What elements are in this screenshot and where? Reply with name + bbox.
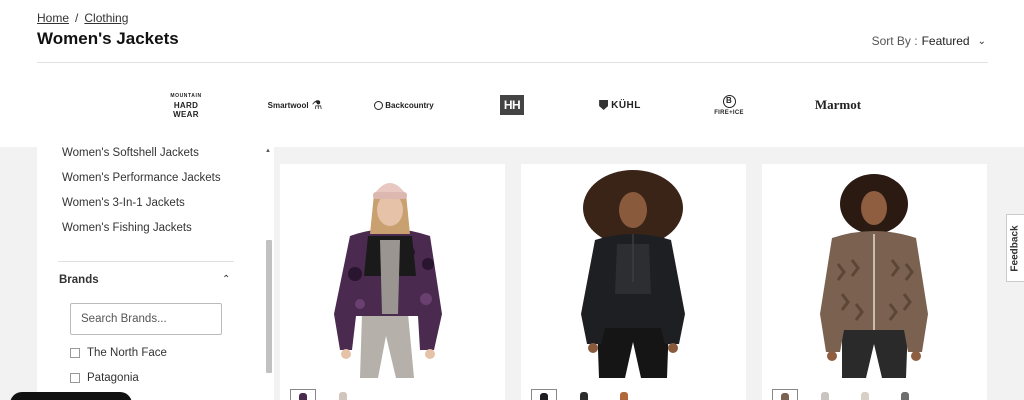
floating-chat-button[interactable]	[10, 392, 132, 400]
color-swatch[interactable]	[812, 389, 838, 400]
catalog-area: Women's Softshell Jackets Women's Perfor…	[0, 147, 1024, 400]
helly-hansen-logo[interactable]: HH	[494, 80, 530, 130]
chevron-up-icon[interactable]: ⌃	[222, 274, 230, 285]
breadcrumb-clothing-link[interactable]: Clothing	[84, 11, 128, 25]
category-link-softshell[interactable]: Women's Softshell Jackets	[62, 147, 242, 159]
color-swatch[interactable]	[330, 389, 356, 400]
chevron-down-icon: ⌄	[977, 35, 986, 47]
smartwool-figure-icon: ⚗	[311, 98, 323, 112]
color-swatches	[290, 389, 356, 400]
scroll-up-arrow-icon[interactable]: ▲	[265, 148, 271, 154]
color-swatch[interactable]	[892, 389, 918, 400]
kuhl-logo[interactable]: KÜHL	[596, 80, 644, 130]
page-title: Women's Jackets	[37, 29, 179, 48]
brand-search-input[interactable]	[70, 303, 222, 335]
sort-value: Featured	[921, 34, 970, 48]
brand-logo-strip: MOUNTAIN HARD WEAR Smartwool ⚗ Backcountr…	[0, 80, 1024, 130]
brands-filter-heading[interactable]: Brands	[59, 274, 99, 286]
smartwool-logo[interactable]: Smartwool ⚗	[264, 80, 326, 130]
mountain-hardwear-logo[interactable]: MOUNTAIN HARD WEAR	[160, 80, 212, 130]
color-swatch[interactable]	[571, 389, 597, 400]
brand-option-label: The North Face	[87, 347, 167, 359]
color-swatches	[772, 389, 918, 400]
category-link-3-in-1[interactable]: Women's 3-In-1 Jackets	[62, 197, 242, 209]
sort-dropdown[interactable]: Sort By : Featured ⌄	[872, 34, 986, 48]
category-link-fishing[interactable]: Women's Fishing Jackets	[62, 222, 242, 234]
color-swatch[interactable]	[772, 389, 798, 400]
breadcrumb: Home / Clothing	[37, 11, 128, 25]
backcountry-circle-icon	[374, 100, 384, 110]
kuhl-shield-icon	[599, 100, 609, 110]
sidebar-divider	[58, 261, 234, 262]
color-swatches	[531, 389, 637, 400]
color-swatch[interactable]	[852, 389, 878, 400]
product-card[interactable]	[280, 164, 505, 400]
brand-option-the-north-face[interactable]: The North Face	[70, 347, 167, 359]
category-link-performance[interactable]: Women's Performance Jackets	[62, 172, 242, 184]
product-card[interactable]	[521, 164, 746, 400]
fire-ice-logo[interactable]: B FIRE+ICE	[708, 80, 750, 130]
color-swatch[interactable]	[531, 389, 557, 400]
filter-sidebar: Women's Softshell Jackets Women's Perfor…	[37, 147, 274, 400]
product-image[interactable]	[280, 164, 505, 386]
color-swatch[interactable]	[290, 389, 316, 400]
sort-label: Sort By :	[871, 34, 918, 48]
product-card[interactable]	[762, 164, 987, 400]
backcountry-logo[interactable]: Backcountry	[372, 80, 436, 130]
checkbox[interactable]	[70, 373, 80, 383]
product-image[interactable]	[762, 164, 987, 386]
breadcrumb-home-link[interactable]: Home	[37, 11, 69, 25]
color-swatch[interactable]	[611, 389, 637, 400]
sidebar-scrollbar-thumb[interactable]	[266, 240, 272, 373]
breadcrumb-separator: /	[75, 11, 79, 25]
header-divider	[37, 62, 988, 63]
feedback-tab[interactable]: Feedback	[1006, 214, 1024, 282]
page-header: Home / Clothing Women's Jackets Sort By : …	[0, 0, 1024, 147]
checkbox[interactable]	[70, 348, 80, 358]
brand-option-label: Patagonia	[87, 372, 139, 384]
brand-option-patagonia[interactable]: Patagonia	[70, 372, 139, 384]
marmot-logo[interactable]: Marmot	[806, 80, 870, 130]
product-image[interactable]	[521, 164, 746, 386]
feedback-label: Feedback	[1010, 224, 1022, 272]
